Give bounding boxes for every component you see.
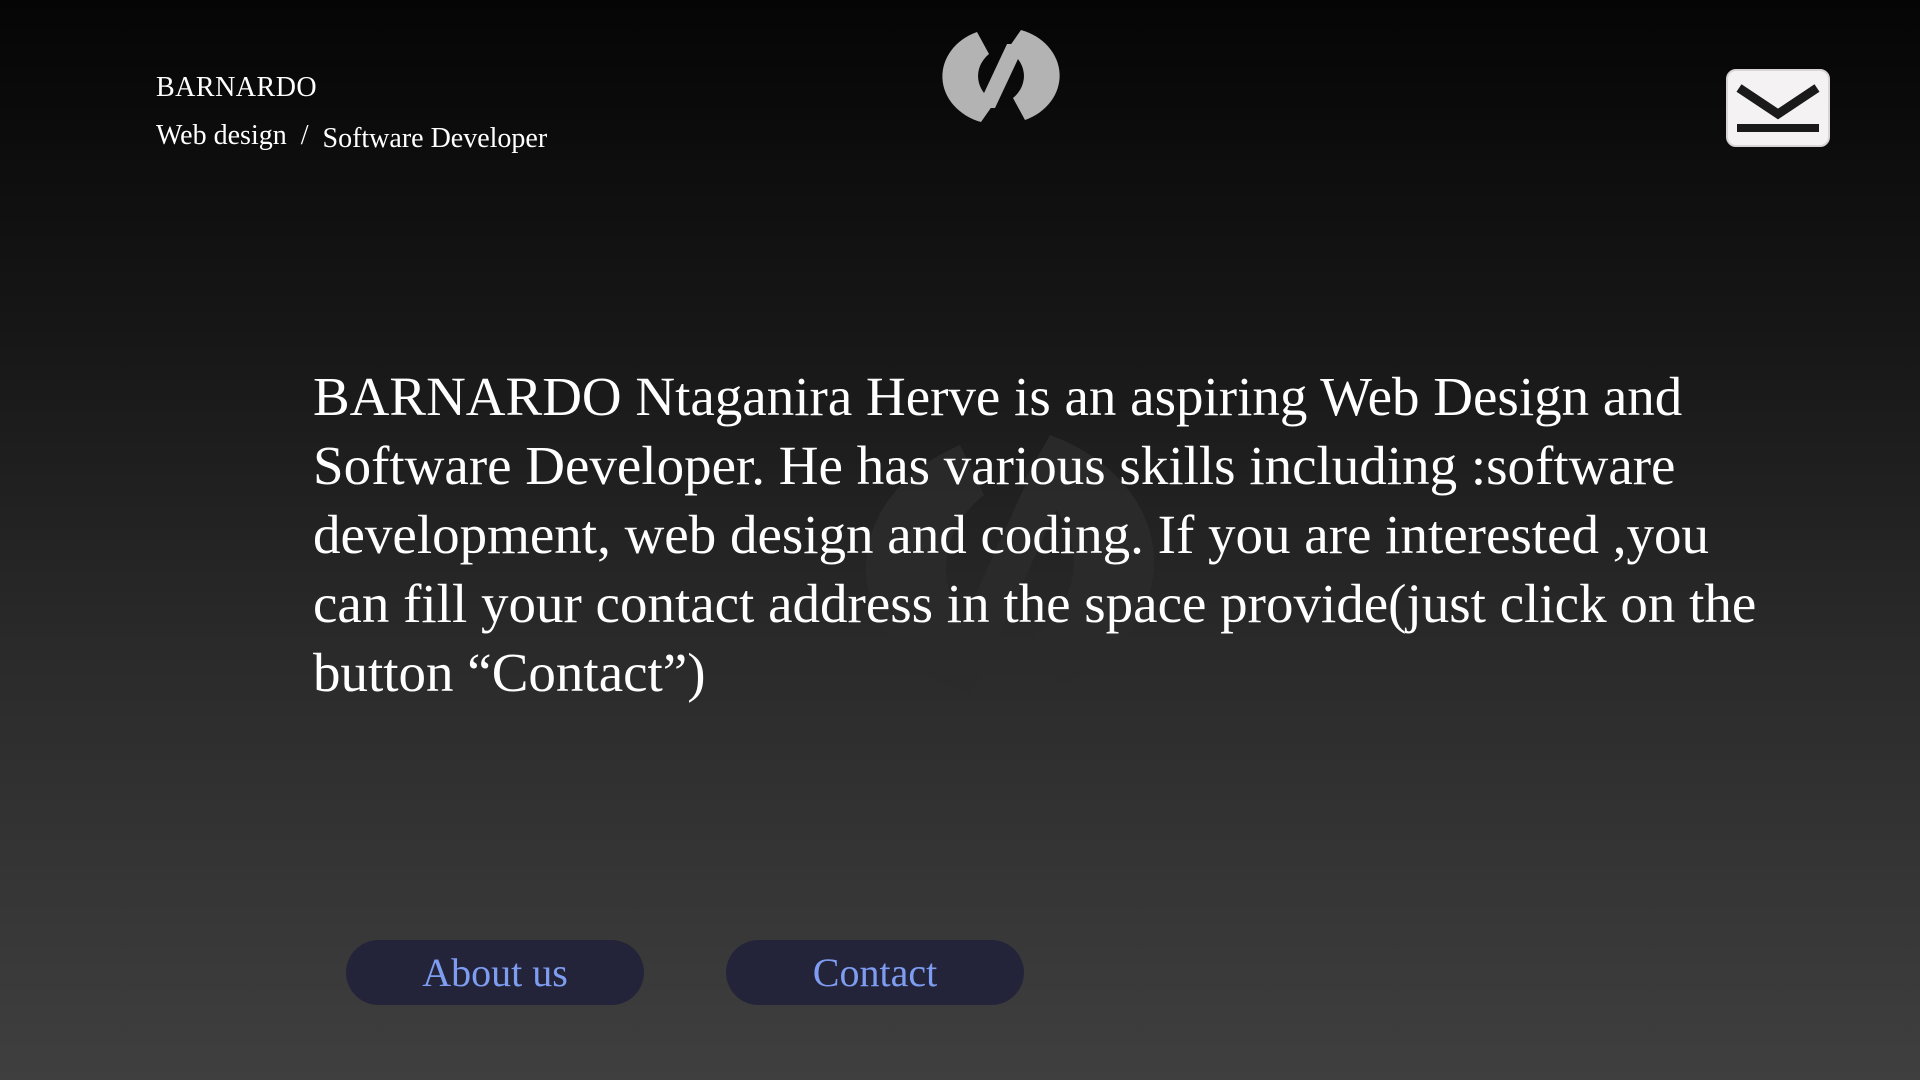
- tagline-separator: /: [300, 120, 309, 151]
- envelope-body: [1726, 69, 1830, 147]
- brand-name: BARNARDO: [156, 72, 318, 103]
- mail-icon[interactable]: [1725, 68, 1831, 148]
- tagline-role-software-developer: Software Developer: [322, 123, 548, 154]
- envelope-bottom-bar: [1737, 124, 1819, 132]
- contact-button[interactable]: Contact: [726, 940, 1024, 1005]
- logo-right-arc: [1007, 30, 1060, 120]
- logo-icon[interactable]: [927, 12, 1075, 140]
- about-us-button[interactable]: About us: [346, 940, 644, 1005]
- brand-block: BARNARDO Web design / Software Developer: [156, 70, 547, 154]
- intro-paragraph: BARNARDO Ntaganira Herve is an aspiring …: [313, 366, 1757, 703]
- tagline-role-web-design: Web design: [156, 120, 287, 151]
- tagline: Web design / Software Developer: [156, 118, 547, 154]
- logo-left-arc: [942, 32, 995, 122]
